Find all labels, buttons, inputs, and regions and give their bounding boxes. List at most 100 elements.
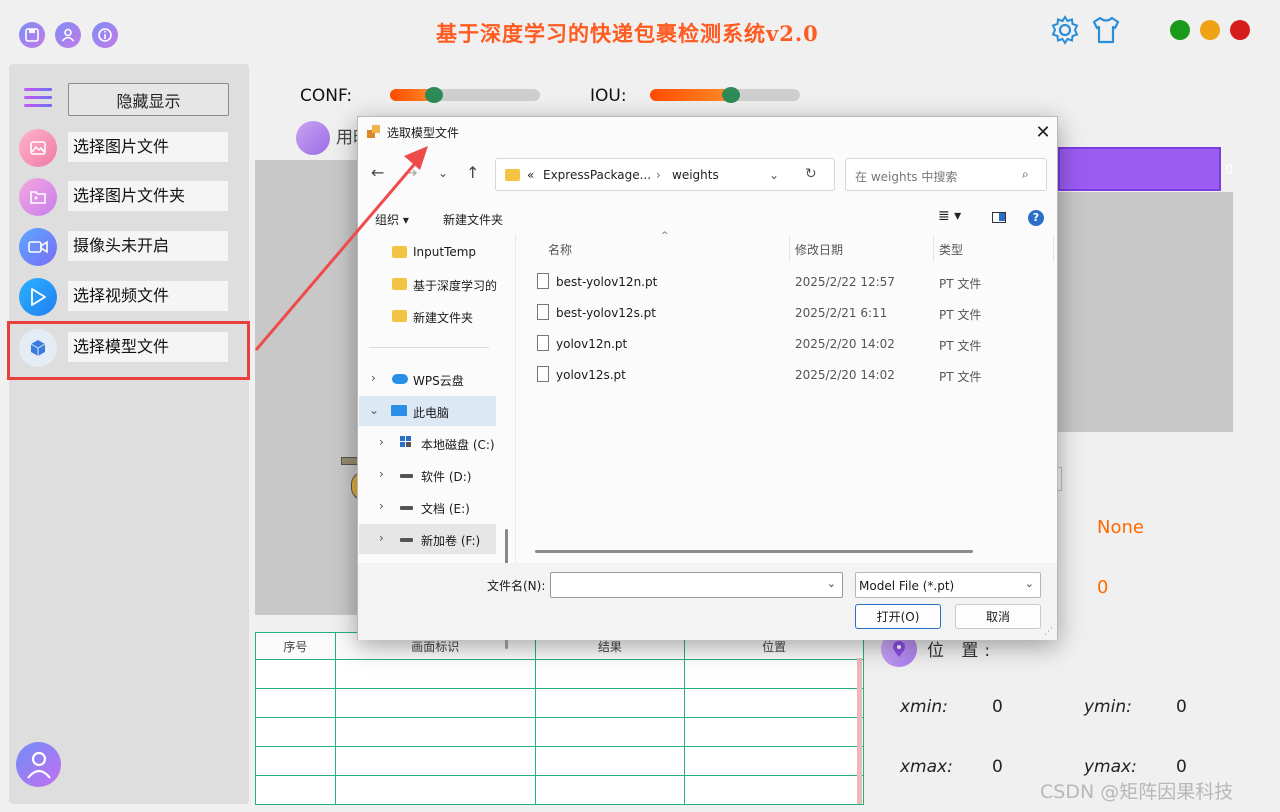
iou-slider-handle[interactable] <box>722 87 740 103</box>
minimize-button[interactable] <box>1200 20 1220 40</box>
filename-input[interactable]: ⌄ <box>550 572 843 598</box>
sidebar-item-image-folder[interactable]: 选择图片文件夹 <box>9 174 249 220</box>
pane-divider <box>515 234 516 564</box>
conf-slider[interactable] <box>390 87 540 103</box>
table-row[interactable] <box>255 717 864 747</box>
collapse-chevron-icon[interactable]: ⌄ <box>369 403 379 417</box>
conf-slider-handle[interactable] <box>424 87 443 103</box>
nav-item-label: 软件 (D:) <box>421 470 472 484</box>
expand-chevron-icon[interactable]: › <box>379 435 384 449</box>
file-row[interactable]: yolov12s.pt 2025/2/20 14:02 PT 文件 <box>518 362 1053 390</box>
column-header-index[interactable]: 序号 <box>255 632 336 660</box>
nav-item-drive-c[interactable]: › 本地磁盘 (C:) <box>359 428 499 458</box>
nav-item-drive-f[interactable]: › 新加卷 (F:) <box>359 524 496 554</box>
chevron-down-icon[interactable]: ⌄ <box>827 577 836 590</box>
expand-chevron-icon[interactable]: › <box>371 371 376 385</box>
video-play-icon <box>19 278 57 316</box>
file-type-filter[interactable]: Model File (*.pt) ⌄ <box>855 572 1041 598</box>
file-type-filter-value: Model File (*.pt) <box>859 579 955 593</box>
file-row[interactable]: best-yolov12n.pt 2025/2/22 12:57 PT 文件 <box>518 269 1053 297</box>
table-row[interactable] <box>255 746 864 776</box>
table-row[interactable] <box>255 659 864 689</box>
column-header-name[interactable]: 名称 <box>548 241 572 258</box>
info-icon[interactable] <box>92 22 118 48</box>
column-header-modified[interactable]: 修改日期 <box>795 241 843 258</box>
table-row[interactable] <box>255 775 864 805</box>
sidebar-item-label: 选择图片文件 <box>68 132 228 162</box>
address-dropdown-icon[interactable]: ⌄ <box>769 168 779 182</box>
organize-menu[interactable]: 组织 ▾ <box>375 211 409 228</box>
file-modified: 2025/2/21 6:11 <box>795 306 888 320</box>
skin-shirt-icon[interactable] <box>1090 14 1122 50</box>
cloud-icon <box>392 374 408 384</box>
ymin-label: ymin: <box>1084 697 1132 717</box>
nav-item-new-folder[interactable]: 新建文件夹 <box>359 301 499 331</box>
result-preview-area <box>1058 192 1233 432</box>
sidebar-item-camera[interactable]: 摄像头未开启 <box>9 224 249 270</box>
cancel-button[interactable]: 取消 <box>955 604 1041 629</box>
dialog-close-icon[interactable]: ✕ <box>1030 120 1056 144</box>
sidebar-item-video[interactable]: 选择视频文件 <box>9 274 249 320</box>
expand-chevron-icon[interactable]: › <box>379 531 384 545</box>
address-bar[interactable]: « ExpressPackage... › weights ⌄ ↻ <box>495 158 835 191</box>
expand-chevron-icon[interactable]: › <box>379 499 384 513</box>
settings-gear-icon[interactable] <box>1049 14 1081 50</box>
nav-item-inputtemp[interactable]: InputTemp <box>359 237 499 267</box>
nav-item-this-pc[interactable]: ⌄ 此电脑 <box>359 396 496 426</box>
chevron-down-icon[interactable]: ⌄ <box>1025 577 1034 590</box>
table-scrollbar[interactable] <box>857 658 862 804</box>
recent-locations-chevron-icon[interactable]: ⌄ <box>438 166 448 180</box>
sidebar-item-image-file[interactable]: 选择图片文件 <box>9 125 249 171</box>
view-options-icon[interactable]: ≣ ▾ <box>938 208 961 224</box>
drive-icon <box>400 506 413 510</box>
file-name: yolov12n.pt <box>556 337 628 351</box>
save-icon[interactable] <box>19 22 45 48</box>
search-icon[interactable]: ⌕ <box>1022 167 1029 182</box>
file-row[interactable]: best-yolov12s.pt 2025/2/21 6:11 PT 文件 <box>518 300 1053 328</box>
open-button[interactable]: 打开(O) <box>855 604 941 629</box>
column-header-type[interactable]: 类型 <box>939 241 963 258</box>
iou-slider[interactable] <box>650 87 800 103</box>
dialog-app-icon <box>366 123 382 139</box>
table-row[interactable] <box>255 688 864 718</box>
nav-item-drive-e[interactable]: › 文档 (E:) <box>359 492 499 522</box>
account-avatar-icon[interactable] <box>16 742 61 787</box>
nav-item-label: 本地磁盘 (C:) <box>421 438 495 452</box>
hide-show-button[interactable]: 隐藏显示 <box>68 83 229 116</box>
column-separator[interactable] <box>1053 236 1054 262</box>
nav-item-drive-d[interactable]: › 软件 (D:) <box>359 460 499 490</box>
search-input[interactable]: 在 weights 中搜索 ⌕ <box>845 158 1047 191</box>
nav-item-label: WPS云盘 <box>413 374 464 388</box>
file-type: PT 文件 <box>939 277 982 291</box>
breadcrumb-overflow[interactable]: « <box>527 168 534 182</box>
file-list-scrollbar[interactable] <box>535 550 973 553</box>
up-arrow-icon[interactable]: ↑ <box>466 163 479 182</box>
menu-icon[interactable] <box>24 88 52 110</box>
breadcrumb-item[interactable]: ExpressPackage... <box>543 168 651 182</box>
help-icon[interactable]: ? <box>1028 210 1044 226</box>
back-arrow-icon[interactable]: ← <box>371 163 384 182</box>
nav-item-label: 新加卷 (F:) <box>421 534 481 548</box>
nav-item-label: 基于深度学习的 <box>413 279 498 293</box>
nav-item-wps-cloud[interactable]: › WPS云盘 <box>359 364 499 394</box>
column-separator[interactable] <box>933 236 934 262</box>
file-open-dialog: 选取模型文件 ✕ ← → ⌄ ↑ « ExpressPackage... › w… <box>357 116 1058 649</box>
folder-icon <box>392 278 407 290</box>
file-modified: 2025/2/22 12:57 <box>795 275 895 289</box>
nav-item-label: 文档 (E:) <box>421 502 470 516</box>
maximize-button[interactable] <box>1170 20 1190 40</box>
navigation-pane: InputTemp 基于深度学习的 新建文件夹 › WPS云盘 ⌄ 此电脑 › <box>359 234 513 649</box>
new-folder-button[interactable]: 新建文件夹 <box>443 211 503 228</box>
preview-pane-icon[interactable] <box>992 212 1006 223</box>
expand-chevron-icon[interactable]: › <box>379 467 384 481</box>
file-row[interactable]: yolov12n.pt 2025/2/20 14:02 PT 文件 <box>518 331 1053 359</box>
close-button[interactable] <box>1230 20 1250 40</box>
user-icon[interactable] <box>55 22 81 48</box>
column-separator[interactable] <box>789 236 790 262</box>
resize-grip-icon[interactable]: ⋰ <box>1044 627 1053 637</box>
refresh-icon[interactable]: ↻ <box>805 166 817 182</box>
forward-arrow-icon[interactable]: → <box>404 163 417 182</box>
nav-item-project-folder[interactable]: 基于深度学习的 <box>359 269 499 299</box>
breadcrumb-item[interactable]: weights <box>672 168 719 182</box>
sidebar-item-label: 选择图片文件夹 <box>68 181 228 211</box>
